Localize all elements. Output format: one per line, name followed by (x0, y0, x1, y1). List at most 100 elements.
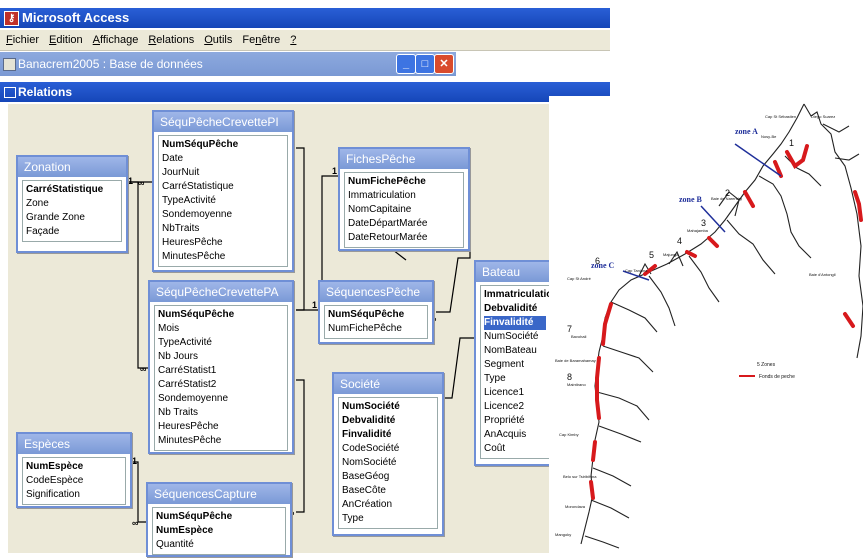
field-item[interactable]: AnAcquis (484, 428, 546, 442)
field-item[interactable]: Mois (158, 322, 284, 336)
primary-key-field[interactable]: NumEspèce (26, 460, 122, 474)
primary-key-field[interactable]: Immatriculation (484, 288, 549, 302)
primary-key-field[interactable]: NumSéquPêche (156, 510, 282, 524)
field-item[interactable]: DateRetourMarée (348, 231, 460, 245)
primary-key-field[interactable]: Debvalidité (484, 302, 546, 316)
zone-number: 8 (567, 372, 572, 382)
table-especes[interactable]: Espèces NumEspèce CodeEspèce Signification (16, 432, 132, 508)
field-item[interactable]: Grande Zone (26, 211, 118, 225)
field-item[interactable]: Segment (484, 358, 546, 372)
field-item[interactable]: Date (162, 152, 284, 166)
field-item[interactable]: MinutesPêche (162, 250, 284, 264)
field-list[interactable]: NumFichePêche Immatriculation NomCapitaine… (344, 172, 464, 248)
zone-number: 4 (677, 236, 682, 246)
table-sequ-peche-crevette-pi[interactable]: SéquPêcheCrevettePI NumSéquPêche Date JourN… (152, 110, 294, 272)
field-item[interactable]: Licence1 (484, 386, 546, 400)
field-item[interactable]: Zone (26, 197, 118, 211)
field-item[interactable]: TypeActivité (162, 194, 284, 208)
field-item[interactable]: CarréStatist1 (158, 364, 284, 378)
place-label: Baie de Baramahamay (555, 358, 596, 363)
field-item[interactable]: Finvalidité (484, 316, 546, 330)
table-bateau[interactable]: Bateau ImmatriculationDebvaliditéFinvalid… (474, 260, 556, 466)
field-item[interactable]: Sondemoyenne (158, 392, 284, 406)
field-list[interactable]: NumSéquPêche Date JourNuit CarréStatistique… (158, 135, 288, 267)
field-item[interactable]: HeuresPêche (162, 236, 284, 250)
field-list[interactable]: ImmatriculationDebvaliditéFinvaliditéNum… (480, 285, 550, 459)
primary-key-field[interactable]: NumSéquPêche (162, 138, 284, 152)
place-label: Diego Suarez (811, 114, 835, 119)
place-label: Mangoky (555, 532, 571, 537)
primary-key-field[interactable]: NumEspèce (156, 524, 282, 538)
field-list[interactable]: NumEspèce CodeEspèce Signification (22, 457, 126, 505)
table-title[interactable]: Société (334, 374, 442, 394)
field-item[interactable]: Nb Jours (158, 350, 284, 364)
field-item[interactable]: TypeActivité (158, 336, 284, 350)
table-societe[interactable]: Société NumSociété Debvalidité Finvalidité C… (332, 372, 444, 536)
primary-key-field[interactable]: CarréStatistique (26, 183, 118, 197)
field-item[interactable]: Type (484, 372, 546, 386)
field-item[interactable]: CodeSociété (342, 442, 434, 456)
table-title[interactable]: SéquPêcheCrevettePI (154, 112, 292, 132)
field-list[interactable]: NumSéquPêche NumFichePêche (324, 305, 428, 339)
primary-key-field[interactable]: NumSéquPêche (158, 308, 284, 322)
field-item[interactable]: HeuresPêche (158, 420, 284, 434)
field-item[interactable]: NomBateau (484, 344, 546, 358)
field-item[interactable]: BaseGéog (342, 470, 434, 484)
field-item[interactable]: DateDépartMarée (348, 217, 460, 231)
field-list[interactable]: CarréStatistique Zone Grande Zone Façade (22, 180, 122, 242)
field-item[interactable]: Signification (26, 488, 122, 502)
table-sequences-peche[interactable]: SéquencesPêche NumSéquPêche NumFichePêche (318, 280, 434, 344)
field-item[interactable]: Propriété (484, 414, 546, 428)
primary-key-field[interactable]: NumSociété (342, 400, 434, 414)
zone-number: 5 (649, 250, 654, 260)
place-label: Maintirano (567, 382, 586, 387)
field-item[interactable]: Façade (26, 225, 118, 239)
field-item[interactable]: JourNuit (162, 166, 284, 180)
field-item[interactable]: NomSociété (342, 456, 434, 470)
table-title[interactable]: FichesPêche (340, 149, 468, 169)
field-item[interactable]: NbTraits (162, 222, 284, 236)
field-item[interactable]: NumFichePêche (328, 322, 424, 336)
field-item[interactable]: NumSociété (484, 330, 546, 344)
field-list[interactable]: NumSéquPêche NumEspèce Quantité (152, 507, 286, 555)
zone-number: 7 (567, 324, 572, 334)
many-label: ∞ (132, 518, 139, 528)
place-label: Belo sur Tsiribihina (563, 474, 597, 479)
field-item[interactable]: MinutesPêche (158, 434, 284, 448)
primary-key-field[interactable]: NumFichePêche (348, 175, 460, 189)
table-title[interactable]: Zonation (18, 157, 126, 177)
table-sequences-capture[interactable]: SéquencesCapture NumSéquPêche NumEspèce Qua… (146, 482, 292, 557)
place-label: Majunga (663, 252, 679, 257)
field-item[interactable]: Licence2 (484, 400, 546, 414)
field-list[interactable]: NumSociété Debvalidité Finvalidité CodeSoci… (338, 397, 438, 529)
field-item[interactable]: CarréStatistique (162, 180, 284, 194)
field-list[interactable]: NumSéquPêche Mois TypeActivité Nb Jours Carr… (154, 305, 288, 451)
table-zonation[interactable]: Zonation CarréStatistique Zone Grande Zone F… (16, 155, 128, 253)
table-title[interactable]: SéquencesCapture (148, 484, 290, 504)
field-item[interactable]: CodeEspèce (26, 474, 122, 488)
place-label: Baie d'Antongil (809, 272, 836, 277)
field-item[interactable]: BaseCôte (342, 484, 434, 498)
map-legend-count: 5 Zones (757, 362, 776, 368)
field-item[interactable]: Type (342, 512, 434, 526)
field-item[interactable]: CarréStatist2 (158, 378, 284, 392)
field-item[interactable]: AnCréation (342, 498, 434, 512)
table-sequ-peche-crevette-pa[interactable]: SéquPêcheCrevettePA NumSéquPêche Mois TypeA… (148, 280, 294, 454)
field-item[interactable]: Coût (484, 442, 546, 456)
one-label: 1 (312, 300, 317, 310)
primary-key-field[interactable]: NumSéquPêche (328, 308, 424, 322)
table-title[interactable]: SéquPêcheCrevettePA (150, 282, 292, 302)
table-title[interactable]: Bateau (476, 262, 554, 282)
primary-key-field[interactable]: Debvalidité (342, 414, 434, 428)
primary-key-field[interactable]: Finvalidité (342, 428, 434, 442)
table-title[interactable]: Espèces (18, 434, 130, 454)
field-item[interactable]: NomCapitaine (348, 203, 460, 217)
field-item[interactable]: Immatriculation (348, 189, 460, 203)
field-item[interactable]: Sondemoyenne (162, 208, 284, 222)
table-fiches-peche[interactable]: FichesPêche NumFichePêche Immatriculation N… (338, 147, 470, 251)
table-title[interactable]: SéquencesPêche (320, 282, 432, 302)
field-item[interactable]: Quantité (156, 538, 282, 552)
zone-number: 3 (701, 218, 706, 228)
relation-line (296, 147, 305, 311)
field-item[interactable]: Nb Traits (158, 406, 284, 420)
